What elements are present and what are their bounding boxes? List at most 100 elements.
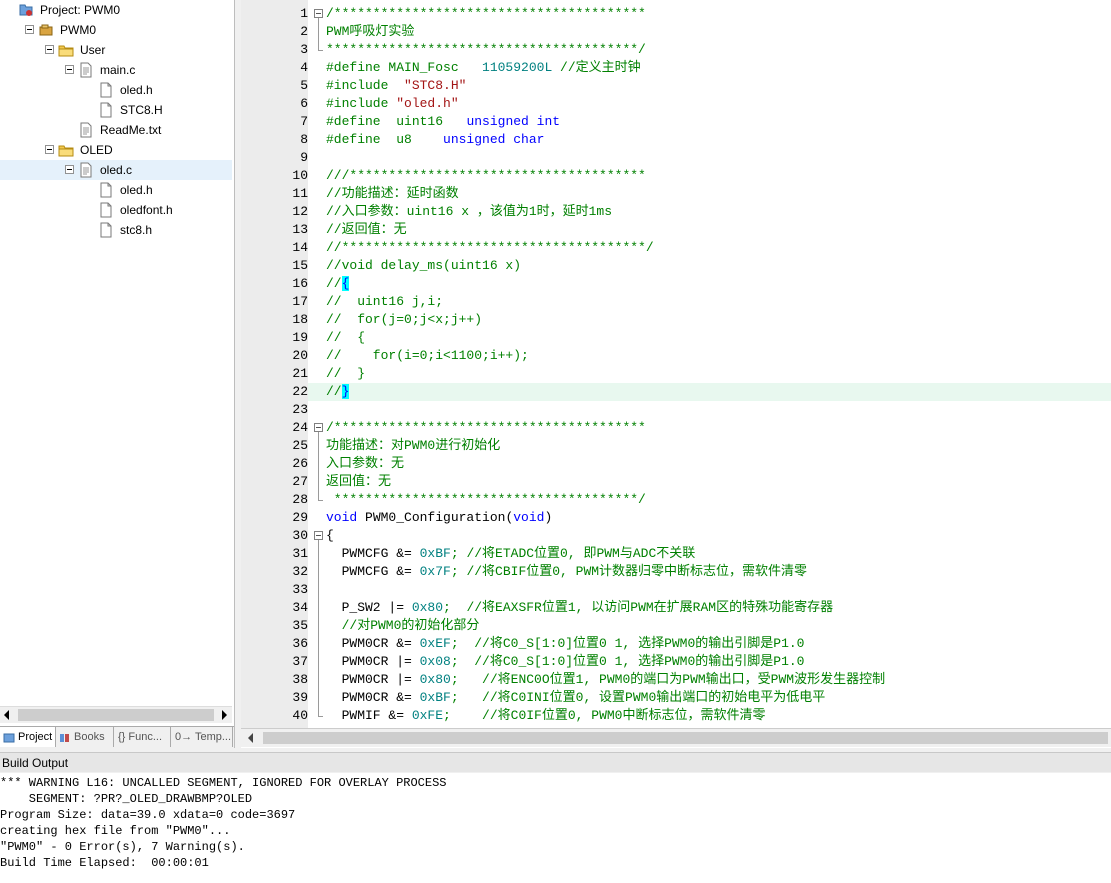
fold-toggle-icon[interactable] [314,423,323,432]
panel-tab[interactable]: Project [0,727,56,747]
panel-tab-label: {} Func... [118,731,163,743]
code-line[interactable]: PWMCFG &= 0xBF; //将ETADC位置0, 即PWM与ADC不关联 [326,545,696,563]
editor-horizontal-scrollbar[interactable] [241,728,1111,747]
tree-item-label: Project: PWM0 [40,3,121,17]
file-icon [78,122,94,138]
code-line[interactable]: //功能描述：延时函数 [326,185,459,203]
tree-item[interactable]: oled.h [0,180,232,200]
panel-tab[interactable]: Books [56,727,114,747]
code-line[interactable]: 入口参数：无 [326,455,404,473]
line-number: 19 [292,330,308,345]
tree-item[interactable]: ReadMe.txt [0,120,232,140]
panel-splitter[interactable] [234,0,241,748]
tree-item[interactable]: oledfont.h [0,200,232,220]
code-line[interactable]: //对PWM0的初始化部分 [326,617,480,635]
code-line[interactable]: PWM0CR |= 0x08; //将C0_S[1:0]位置0 1, 选择PWM… [326,653,805,671]
panel-tab-label: 0→ Temp... [175,731,232,743]
scrollbar-thumb[interactable] [263,732,1108,744]
panel-tab-label: Project [18,731,53,743]
code-line[interactable]: //**************************************… [326,239,654,257]
tree-item-label: oledfont.h [120,203,173,217]
header-icon [98,82,114,98]
project-icon [18,2,34,18]
tree-item[interactable]: oled.c [0,160,232,180]
code-line[interactable]: #define MAIN_Fosc 11059200L //定义主时钟 [326,59,641,77]
code-line[interactable]: #include "oled.h" [326,95,459,113]
code-line[interactable]: /***************************************… [326,419,646,437]
code-line[interactable]: ***************************************/ [326,491,646,509]
fold-toggle-icon[interactable] [314,9,323,18]
line-number: 24 [292,420,308,435]
code-line[interactable]: 返回值：无 [326,473,391,491]
code-line[interactable]: PWMIF &= 0xFE; //将C0IF位置0, PWM0中断标志位，需软件… [326,707,766,725]
line-number: 39 [292,690,308,705]
scroll-right-icon[interactable] [222,710,227,720]
code-line[interactable]: //} [308,383,1111,401]
tree-item[interactable]: stc8.h [0,220,232,240]
build-output-line: SEGMENT: ?PR?_OLED_DRAWBMP?OLED [0,792,253,806]
panel-tab[interactable]: {} Func... [114,727,171,747]
panel-tab-label: Books [74,731,105,743]
code-line[interactable]: 功能描述：对PWM0进行初始化 [326,437,500,455]
tree-item[interactable]: oled.h [0,80,232,100]
code-line[interactable]: #include "STC8.H" [326,77,466,95]
scroll-left-icon[interactable] [4,710,9,720]
code-line[interactable]: // for(i=0;i<1100;i++); [326,347,529,365]
line-number: 8 [300,132,308,147]
panel-tab[interactable]: 0→ Temp... [171,727,233,747]
code-area[interactable]: /***************************************… [308,0,1111,728]
code-line[interactable]: // { [326,329,365,347]
line-number: 17 [292,294,308,309]
tree-item[interactable]: PWM0 [0,20,232,40]
code-line[interactable]: void PWM0_Configuration(void) [326,509,552,527]
code-line[interactable]: #define u8 unsigned char [326,131,544,149]
code-line[interactable]: // } [326,365,365,383]
tree-item[interactable]: STC8.H [0,100,232,120]
fold-toggle-icon[interactable] [314,531,323,540]
line-number: 16 [292,276,308,291]
fold-guide [318,18,319,50]
line-number: 3 [300,42,308,57]
code-line[interactable]: ****************************************… [326,41,646,59]
collapse-toggle-icon[interactable] [45,145,54,154]
collapse-toggle-icon[interactable] [65,165,74,174]
line-number: 14 [292,240,308,255]
code-line[interactable]: { [326,527,334,545]
tree-item[interactable]: Project: PWM0 [0,0,232,20]
code-line[interactable]: P_SW2 |= 0x80; //将EAXSFR位置1, 以访问PWM在扩展RA… [326,599,833,617]
collapse-toggle-icon[interactable] [25,25,34,34]
code-editor[interactable]: 1 2 3 4 5 6 7 8 9 10 11 12 13 14 15 16 17 18 19 20 21 22 23 24 2… [241,0,1111,748]
code-line[interactable]: /***************************************… [326,5,646,23]
tree-item-label: oled.c [100,163,133,177]
build-output-line: *** WARNING L16: UNCALLED SEGMENT, IGNOR… [0,776,447,790]
collapse-toggle-icon[interactable] [65,65,74,74]
collapse-toggle-icon[interactable] [45,45,54,54]
code-line[interactable]: //{ [326,275,350,293]
code-line[interactable]: //返回值：无 [326,221,407,239]
line-number: 6 [300,96,308,111]
code-line[interactable]: // for(j=0;j<x;j++) [326,311,482,329]
code-line[interactable]: //入口参数：uint16 x ，该值为1时，延时1ms [326,203,612,221]
code-line[interactable]: PWM0CR &= 0xEF; //将C0_S[1:0]位置0 1, 选择PWM… [326,635,805,653]
scroll-left-icon[interactable] [248,733,253,743]
code-line[interactable]: ///*************************************… [326,167,646,185]
code-line[interactable]: PWMCFG &= 0x7F; //将CBIF位置0, PWM计数器归零中断标志… [326,563,807,581]
line-number: 12 [292,204,308,219]
tree-item-label: User [80,43,106,57]
tree-item[interactable]: main.c [0,60,232,80]
folder-icon [58,42,74,58]
code-line[interactable]: PWM0CR |= 0x80; //将ENC0O位置1, PWM0的端口为PWM… [326,671,885,689]
line-number: 22 [292,384,308,399]
code-line[interactable]: //void delay_ms(uint16 x) [326,257,521,275]
tree-item-label: PWM0 [60,23,96,37]
code-line[interactable]: PWM呼吸灯实验 [326,23,414,41]
code-line[interactable]: #define uint16 unsigned int [326,113,560,131]
tree-item[interactable]: User [0,40,232,60]
code-line[interactable]: PWM0CR &= 0xBF; //将C0INI位置0, 设置PWM0输出端口的… [326,689,826,707]
code-line[interactable]: // uint16 j,i; [326,293,443,311]
file-icon [78,62,94,78]
project-horizontal-scrollbar[interactable] [0,706,232,723]
tree-item[interactable]: OLED [0,140,232,160]
tree-item-label: oled.h [120,83,153,97]
scrollbar-thumb[interactable] [18,709,214,721]
